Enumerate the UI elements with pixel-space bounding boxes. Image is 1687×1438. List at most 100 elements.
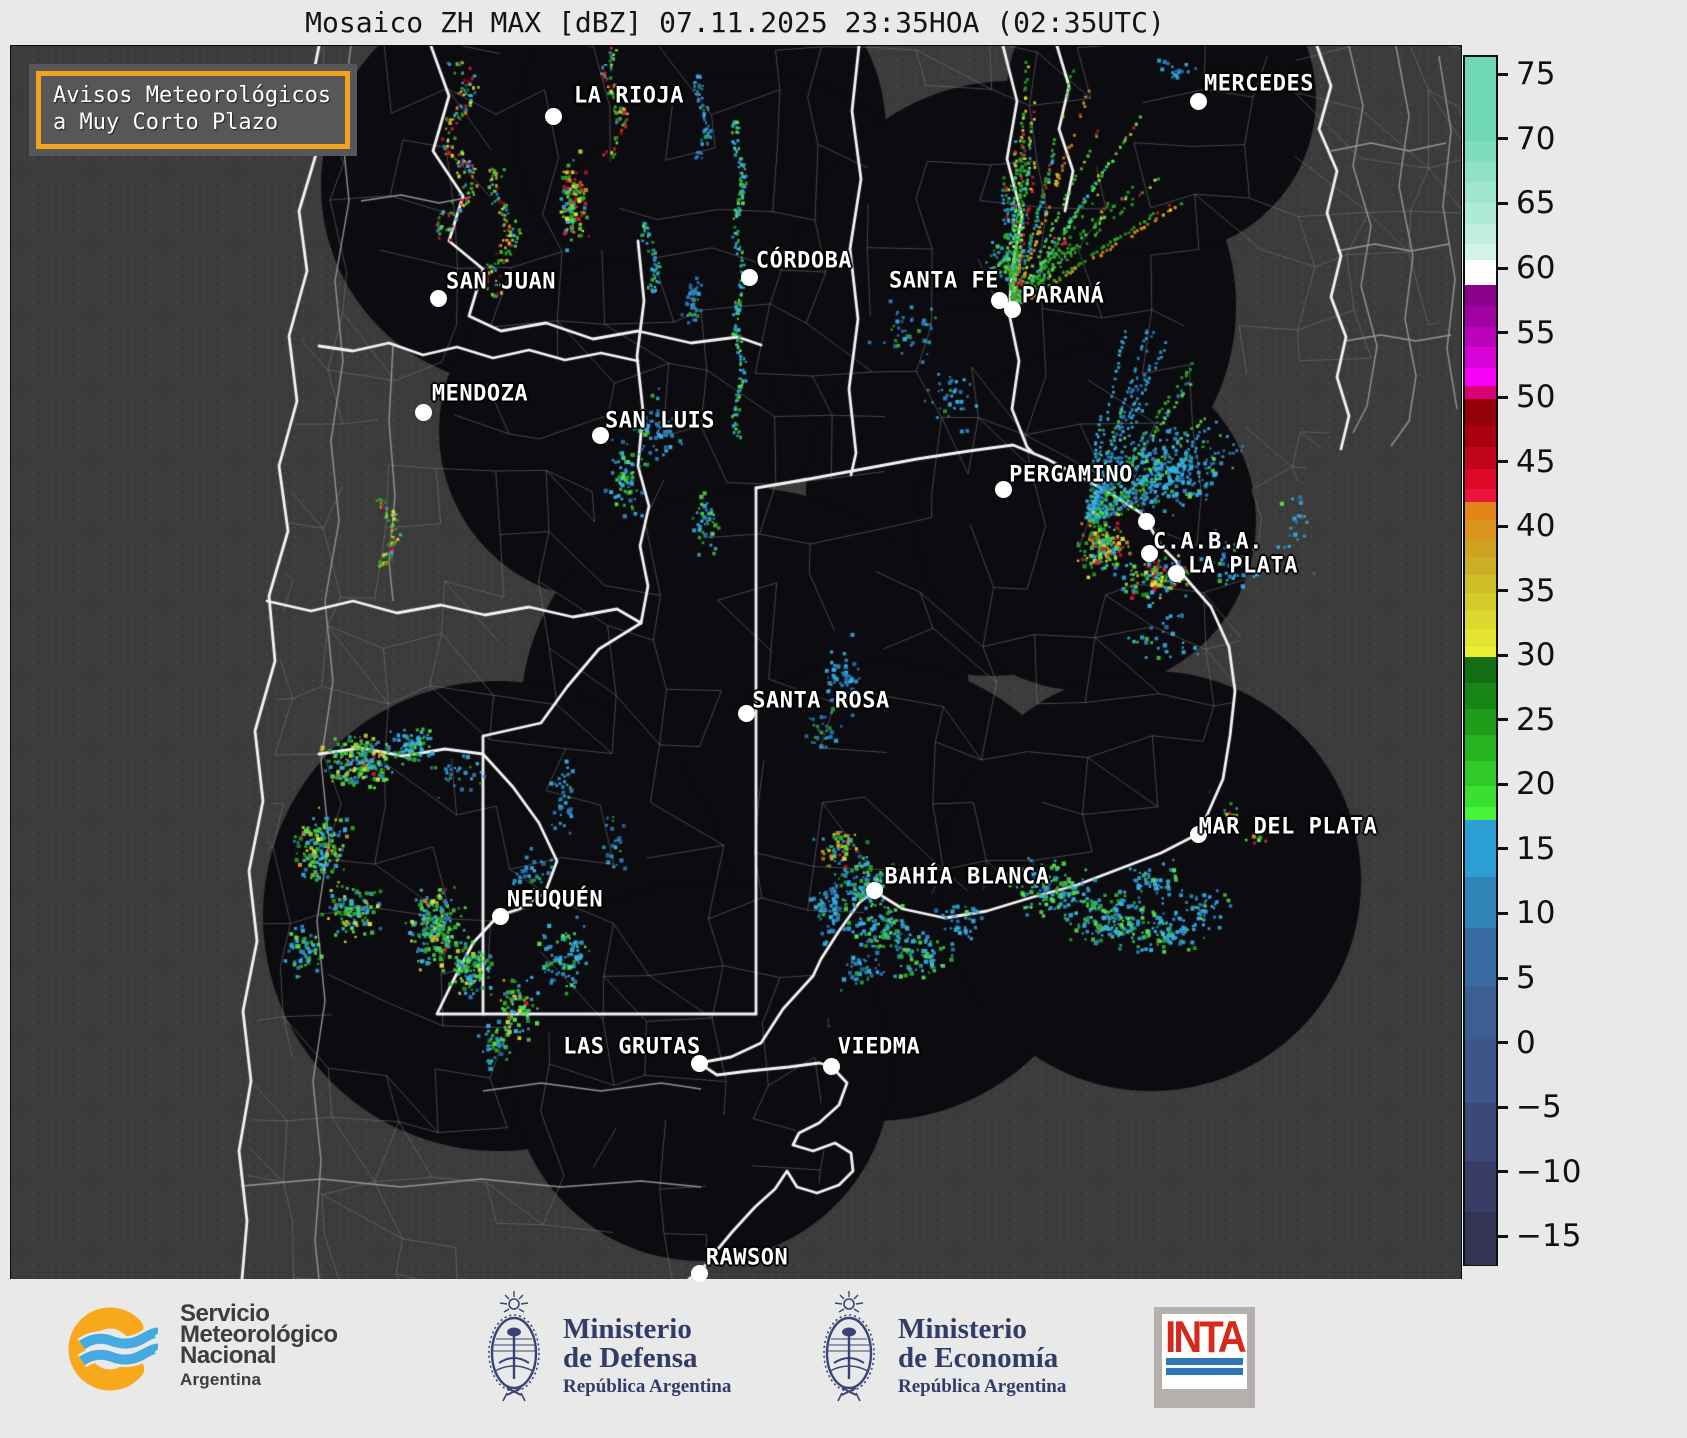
colorbar-tick-label: 65 <box>1516 185 1556 222</box>
colorbar-segment <box>1465 646 1496 658</box>
colorbar-segment <box>1465 446 1496 470</box>
colorbar-segment <box>1465 1212 1496 1265</box>
colorbar-segment <box>1465 683 1496 710</box>
colorbar-tick-label: 0 <box>1516 1024 1536 1061</box>
economia-text: Ministerio de Economía República Argenti… <box>898 1315 1066 1405</box>
colorbar-segment <box>1465 574 1496 594</box>
city-label: SANTA ROSA <box>752 688 890 714</box>
colorbar-tick <box>1496 1234 1508 1238</box>
colorbar-segment <box>1465 657 1496 684</box>
colorbar-segment <box>1465 202 1496 225</box>
colorbar-segment <box>1465 786 1496 808</box>
colorbar-segment <box>1465 556 1496 576</box>
city-dot <box>414 403 432 421</box>
colorbar-segment <box>1465 259 1496 287</box>
defensa-line2: de Defensa <box>563 1342 698 1374</box>
colorbar-tick <box>1496 72 1508 76</box>
colorbar-segment <box>1465 489 1496 503</box>
colorbar-segment <box>1465 285 1496 307</box>
colorbar-segment <box>1465 986 1496 1040</box>
smn-logo-icon <box>68 1307 158 1391</box>
colorbar-tick-label: 10 <box>1516 895 1556 932</box>
colorbar-segment <box>1465 1039 1496 1104</box>
warning-badge[interactable]: Avisos Meteorológicos a Muy Corto Plazo <box>29 64 358 156</box>
colorbar-segment <box>1465 368 1496 387</box>
colorbar <box>1463 55 1498 1266</box>
colorbar-tick <box>1496 266 1508 270</box>
colorbar-segment <box>1465 538 1496 558</box>
colorbar-segment <box>1465 140 1496 163</box>
colorbar-tick <box>1496 460 1508 464</box>
colorbar-segment <box>1465 223 1496 245</box>
defensa-crest-icon <box>487 1289 541 1403</box>
page-title: Mosaico ZH MAX [dBZ] 07.11.2025 23:35HOA… <box>305 6 1165 39</box>
city-label: MENDOZA <box>431 381 529 407</box>
radar-mosaic-page: Mosaico ZH MAX [dBZ] 07.11.2025 23:35HOA… <box>0 0 1687 1438</box>
city-dot <box>822 1057 840 1075</box>
city-dot <box>1167 564 1185 582</box>
colorbar-tick-label: −10 <box>1516 1153 1582 1190</box>
colorbar-segment <box>1465 628 1496 648</box>
colorbar-tick-label: 75 <box>1516 56 1556 93</box>
city-label: CÓRDOBA <box>755 248 853 274</box>
colorbar-segment <box>1465 807 1496 821</box>
colorbar-segment <box>1465 819 1496 878</box>
colorbar-tick-label: 30 <box>1516 637 1556 674</box>
colorbar-tick <box>1496 847 1508 851</box>
colorbar-segment <box>1465 876 1496 929</box>
colorbar-tick <box>1496 137 1508 141</box>
smn-line4: Argentina <box>180 1370 262 1389</box>
colorbar-tick-label: 55 <box>1516 314 1556 351</box>
colorbar-tick <box>1496 782 1508 786</box>
colorbar-segment <box>1465 306 1496 328</box>
economia-logo: Ministerio de Economía República Argenti… <box>818 1287 1066 1405</box>
colorbar-segment <box>1465 708 1496 736</box>
city-dot <box>1003 300 1021 318</box>
colorbar-segment <box>1465 468 1496 491</box>
colorbar-tick-label: 70 <box>1516 120 1556 157</box>
defensa-text: Ministerio de Defensa República Argentin… <box>563 1315 731 1405</box>
colorbar-tick-label: 40 <box>1516 508 1556 545</box>
inta-wordmark: INTA <box>1165 1311 1247 1362</box>
colorbar-tick <box>1496 653 1508 657</box>
colorbar-tick-label: 20 <box>1516 766 1556 803</box>
city-dot <box>544 107 562 125</box>
city-dot <box>1137 512 1155 530</box>
colorbar-segment <box>1465 161 1496 183</box>
colorbar-tick-label: 15 <box>1516 830 1556 867</box>
smn-logo: Servicio Meteorológico Nacional Argentin… <box>66 1302 338 1395</box>
city-label: SANTA FE <box>889 268 999 294</box>
colorbar-ticks: 75 70 65 60 55 50 45 40 35 30 25 20 15 10 5 0 −5 −10 −15 <box>1496 55 1616 1262</box>
colorbar-segment <box>1465 244 1496 261</box>
colorbar-tick <box>1496 718 1508 722</box>
economia-line1: Ministerio <box>898 1313 1027 1345</box>
warning-badge-line2: a Muy Corto Plazo <box>53 110 279 135</box>
city-label: LA PLATA <box>1188 553 1298 579</box>
city-label: LAS GRUTAS <box>563 1034 701 1060</box>
colorbar-segment <box>1465 424 1496 448</box>
defensa-logo: Ministerio de Defensa República Argentin… <box>483 1287 731 1405</box>
colorbar-segment <box>1465 734 1496 762</box>
footer: Servicio Meteorológico Nacional Argentin… <box>0 1279 1687 1438</box>
colorbar-tick <box>1496 395 1508 399</box>
colorbar-tick-label: 35 <box>1516 572 1556 609</box>
city-dot <box>429 289 447 307</box>
economia-crest-icon <box>822 1289 876 1403</box>
city-label: MERCEDES <box>1204 71 1314 97</box>
colorbar-segment <box>1465 1160 1496 1213</box>
colorbar-segment <box>1465 520 1496 540</box>
colorbar-tick <box>1496 589 1508 593</box>
inta-logo: INTA <box>1154 1307 1255 1408</box>
warning-badge-frame: Avisos Meteorológicos a Muy Corto Plazo <box>36 71 351 149</box>
colorbar-tick <box>1496 1105 1508 1109</box>
city-label: SAN LUIS <box>605 408 715 434</box>
smn-logo-text: Servicio Meteorológico Nacional Argentin… <box>180 1302 338 1395</box>
colorbar-tick <box>1496 976 1508 980</box>
colorbar-segment <box>1465 1102 1496 1162</box>
city-dot <box>865 881 883 899</box>
colorbar-tick <box>1496 331 1508 335</box>
smn-line3: Nacional <box>180 1342 277 1369</box>
colorbar-tick-label: −15 <box>1516 1218 1582 1255</box>
defensa-sub: República Argentina <box>563 1376 732 1397</box>
city-label: SAN JUAN <box>446 269 556 295</box>
